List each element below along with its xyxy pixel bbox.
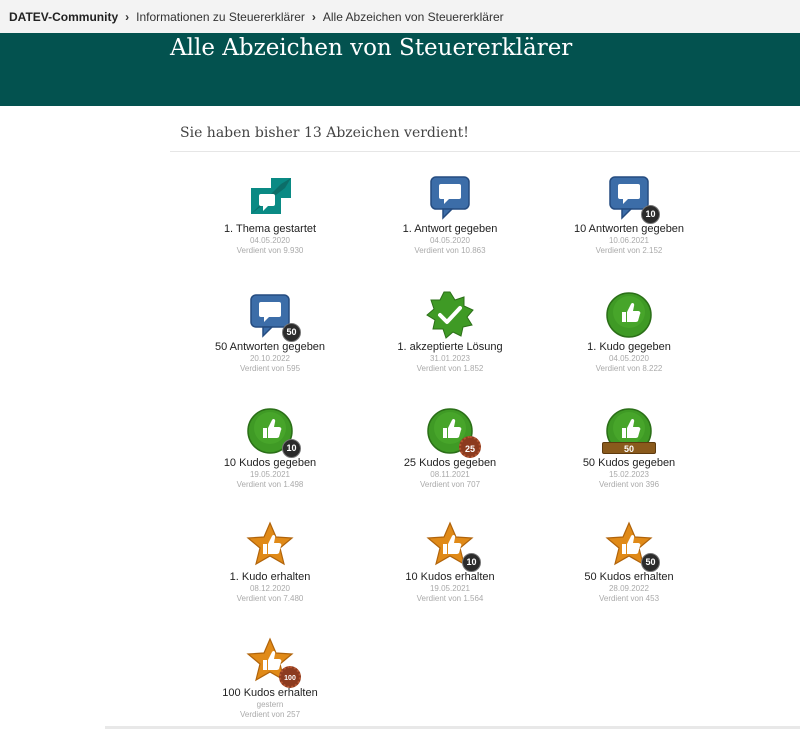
- badge-item[interactable]: 50 50 Kudos gegeben 15.02.2023 Verdient von…: [549, 406, 709, 490]
- badge-date: 20.10.2022: [249, 354, 291, 363]
- badge-name: 1. Antwort gegeben: [402, 223, 498, 235]
- badge-earned-count: Verdient von 8.222: [595, 364, 663, 373]
- breadcrumb: DATEV-Community › Informationen zu Steue…: [0, 0, 800, 33]
- badge-item[interactable]: 25 25 Kudos gegeben 08.11.2021 Verdient von…: [370, 406, 530, 490]
- badge-count: 50: [602, 442, 656, 454]
- page-title: Alle Abzeichen von Steuererklärer: [170, 35, 573, 61]
- badge-earned-count: Verdient von 1.852: [416, 364, 484, 373]
- breadcrumb-parent-link[interactable]: Informationen zu Steuererklärer: [136, 10, 305, 24]
- badge-earned-count: Verdient von 453: [598, 594, 660, 603]
- checkmark-seal-icon: [425, 290, 475, 340]
- badge-count: 25: [459, 436, 481, 458]
- badge-count: 100: [279, 666, 301, 688]
- badge-earned-count: Verdient von 257: [239, 710, 301, 719]
- badge-date: 15.02.2023: [608, 470, 650, 479]
- star-thumbs-up-icon: [245, 520, 295, 570]
- badge-count: 10: [462, 553, 481, 572]
- speech-bubble-50-icon: 50: [245, 290, 301, 342]
- thumbs-up-25-icon: 25: [425, 406, 481, 458]
- badge-item[interactable]: 50 50 Antworten gegeben 20.10.2022 Verdient…: [190, 290, 350, 374]
- badge-name: 10 Antworten gegeben: [573, 223, 685, 235]
- badge-item[interactable]: 1. Kudo gegeben 04.05.2020 Verdient von 8.…: [549, 290, 709, 374]
- breadcrumb-root-link[interactable]: DATEV-Community: [9, 10, 118, 24]
- badge-count: 50: [641, 553, 660, 572]
- badge-item[interactable]: 10 10 Antworten gegeben 10.06.2021 Verdient…: [549, 172, 709, 256]
- badge-earned-count: Verdient von 9.930: [236, 246, 304, 255]
- badge-date: 08.12.2020: [249, 584, 291, 593]
- badge-earned-count: Verdient von 707: [419, 480, 481, 489]
- badge-date: 04.05.2020: [429, 236, 471, 245]
- badge-date: 19.05.2021: [249, 470, 291, 479]
- badge-name: 10 Kudos gegeben: [223, 457, 317, 469]
- badge-name: 10 Kudos erhalten: [405, 571, 495, 583]
- badge-item[interactable]: 1. akzeptierte Lösung 31.01.2023 Verdient …: [370, 290, 530, 374]
- badge-count: 10: [641, 205, 660, 224]
- badge-name: 1. akzeptierte Lösung: [397, 341, 503, 353]
- badge-name: 50 Antworten gegeben: [214, 341, 326, 353]
- badge-item[interactable]: 1. Thema gestartet 04.05.2020 Verdient von…: [190, 172, 350, 256]
- badge-name: 100 Kudos erhalten: [222, 687, 318, 699]
- speech-bubble-icon: [425, 172, 475, 222]
- badge-earned-count: Verdient von 1.564: [416, 594, 484, 603]
- badge-earned-count: Verdient von 1.498: [236, 480, 304, 489]
- badge-date: 31.01.2023: [429, 354, 471, 363]
- badge-count: 50: [282, 323, 301, 342]
- badge-name: 1. Kudo gegeben: [587, 341, 671, 353]
- badge-name: 25 Kudos gegeben: [403, 457, 497, 469]
- star-thumbs-up-50-icon: 50: [604, 520, 660, 572]
- badge-date: 28.09.2022: [608, 584, 650, 593]
- badge-earned-count: Verdient von 396: [598, 480, 660, 489]
- badge-earned-count: Verdient von 7.480: [236, 594, 304, 603]
- badge-item[interactable]: 10 10 Kudos gegeben 19.05.2021 Verdient von…: [190, 406, 350, 490]
- badge-item[interactable]: 50 50 Kudos erhalten 28.09.2022 Verdient vo…: [549, 520, 709, 604]
- badge-name: 50 Kudos erhalten: [584, 571, 674, 583]
- badge-name: 1. Kudo erhalten: [229, 571, 311, 583]
- badge-date: gestern: [256, 700, 284, 709]
- thumbs-up-50-icon: 50: [602, 406, 656, 456]
- badge-summary: Sie haben bisher 13 Abzeichen verdient!: [170, 125, 800, 152]
- badge-date: 08.11.2021: [430, 470, 470, 479]
- star-thumbs-up-100-icon: 100: [245, 636, 301, 688]
- badge-item[interactable]: 1. Kudo erhalten 08.12.2020 Verdient von 7…: [190, 520, 350, 604]
- speech-bubble-10-icon: 10: [604, 172, 660, 224]
- star-thumbs-up-10-icon: 10: [425, 520, 481, 572]
- badge-earned-count: Verdient von 10.863: [414, 246, 486, 255]
- badge-item[interactable]: 10 10 Kudos erhalten 19.05.2021 Verdient vo…: [370, 520, 530, 604]
- badge-item[interactable]: 1. Antwort gegeben 04.05.2020 Verdient von…: [370, 172, 530, 256]
- breadcrumb-current: Alle Abzeichen von Steuererklärer: [322, 9, 504, 24]
- badge-earned-count: Verdient von 595: [239, 364, 301, 373]
- badge-item[interactable]: 100 100 Kudos erhalten gestern Verdient von…: [190, 636, 350, 720]
- thumbs-up-icon: [604, 290, 654, 340]
- badge-date: 19.05.2021: [429, 584, 471, 593]
- badge-name: 1. Thema gestartet: [223, 223, 317, 235]
- badge-earned-count: Verdient von 2.152: [595, 246, 663, 255]
- badge-date: 10.06.2021: [608, 236, 650, 245]
- badge-count: 10: [282, 439, 301, 458]
- badge-date: 04.05.2020: [249, 236, 291, 245]
- badge-date: 04.05.2020: [608, 354, 650, 363]
- topic-arrow-icon: [245, 172, 295, 222]
- chevron-right-icon: ›: [311, 9, 316, 24]
- thumbs-up-10-icon: 10: [245, 406, 301, 458]
- chevron-right-icon: ›: [125, 9, 130, 24]
- page-banner: Alle Abzeichen von Steuererklärer: [0, 33, 800, 106]
- badge-name: 50 Kudos gegeben: [582, 457, 676, 469]
